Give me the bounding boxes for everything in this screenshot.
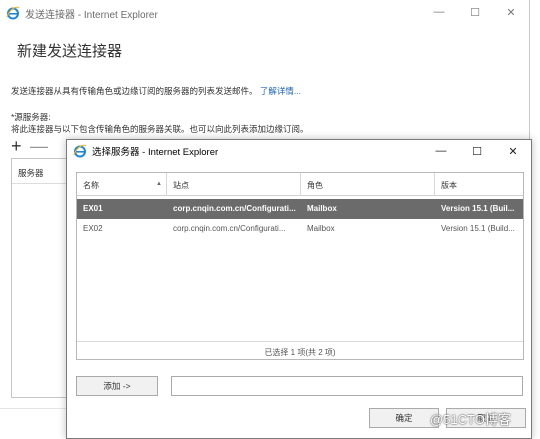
add-server-button[interactable]: + bbox=[11, 137, 22, 155]
column-header-name-label: 名称 bbox=[83, 181, 99, 190]
cell-role: Mailbox bbox=[307, 204, 337, 213]
page-title: 新建发送连接器 bbox=[17, 43, 123, 60]
table-row[interactable]: EX02 corp.cnqin.com.cn/Configurati... Ma… bbox=[77, 219, 523, 239]
outer-window-controls: — ☐ ✕ bbox=[421, 0, 529, 24]
watermark: @51CTO博客 bbox=[430, 412, 511, 427]
select-server-dialog: 选择服务器 - Internet Explorer — ☐ ✕ 名称 ▲ 站点 … bbox=[66, 139, 532, 439]
cell-name: EX01 bbox=[83, 204, 103, 213]
source-servers-label: *源服务器: bbox=[11, 112, 51, 122]
cell-name: EX02 bbox=[83, 224, 103, 233]
learn-more-link[interactable]: 了解详情... bbox=[260, 86, 301, 96]
add-button[interactable]: 添加 -> bbox=[76, 376, 158, 396]
outer-maximize-button[interactable]: ☐ bbox=[457, 0, 493, 24]
cell-site: corp.cnqin.com.cn/Configurati... bbox=[173, 204, 296, 213]
dialog-close-button[interactable]: ✕ bbox=[495, 140, 531, 162]
cell-version: Version 15.1 (Build... bbox=[441, 224, 515, 233]
cell-version: Version 15.1 (Buil... bbox=[441, 204, 515, 213]
server-grid: 名称 ▲ 站点 角色 版本 EX01 corp.cnqin.com.cn/Con… bbox=[76, 172, 524, 360]
dialog-title: 选择服务器 - Internet Explorer bbox=[92, 147, 219, 158]
description-text: 发送连接器从具有传输角色或边缘订阅的服务器的列表发送邮件。 bbox=[11, 86, 258, 96]
source-servers-description: 将此连接器与以下包含传输角色的服务器关联。也可以向此列表添加边缘订阅。 bbox=[11, 124, 309, 134]
outer-close-button[interactable]: ✕ bbox=[493, 0, 529, 24]
column-header-site[interactable]: 站点 bbox=[167, 173, 301, 196]
outer-window-title: 发送连接器 - Internet Explorer bbox=[25, 9, 158, 21]
selected-servers-field[interactable] bbox=[171, 376, 523, 396]
server-column-header[interactable]: 服务器 bbox=[12, 159, 74, 184]
ie-icon bbox=[73, 144, 87, 158]
dialog-minimize-button[interactable]: — bbox=[423, 140, 459, 162]
dialog-maximize-button[interactable]: ☐ bbox=[459, 140, 495, 162]
grid-header: 名称 ▲ 站点 角色 版本 bbox=[77, 173, 523, 196]
sort-ascending-icon: ▲ bbox=[156, 181, 162, 187]
selection-status: 已选择 1 项(共 2 项) bbox=[77, 341, 523, 360]
page-description: 发送连接器从具有传输角色或边缘订阅的服务器的列表发送邮件。 了解详情... bbox=[11, 85, 301, 97]
cell-role: Mailbox bbox=[307, 224, 335, 233]
table-row[interactable]: EX01 corp.cnqin.com.cn/Configurati... Ma… bbox=[77, 199, 523, 219]
ie-icon bbox=[6, 6, 20, 20]
ok-button[interactable]: 确定 bbox=[369, 408, 439, 428]
dialog-window-controls: — ☐ ✕ bbox=[423, 140, 531, 162]
cell-site: corp.cnqin.com.cn/Configurati... bbox=[173, 224, 286, 233]
outer-minimize-button[interactable]: — bbox=[421, 0, 457, 24]
column-header-role[interactable]: 角色 bbox=[301, 173, 435, 196]
remove-server-button[interactable]: — bbox=[30, 137, 48, 155]
column-header-name[interactable]: 名称 ▲ bbox=[77, 173, 167, 196]
column-header-version[interactable]: 版本 bbox=[435, 173, 523, 196]
